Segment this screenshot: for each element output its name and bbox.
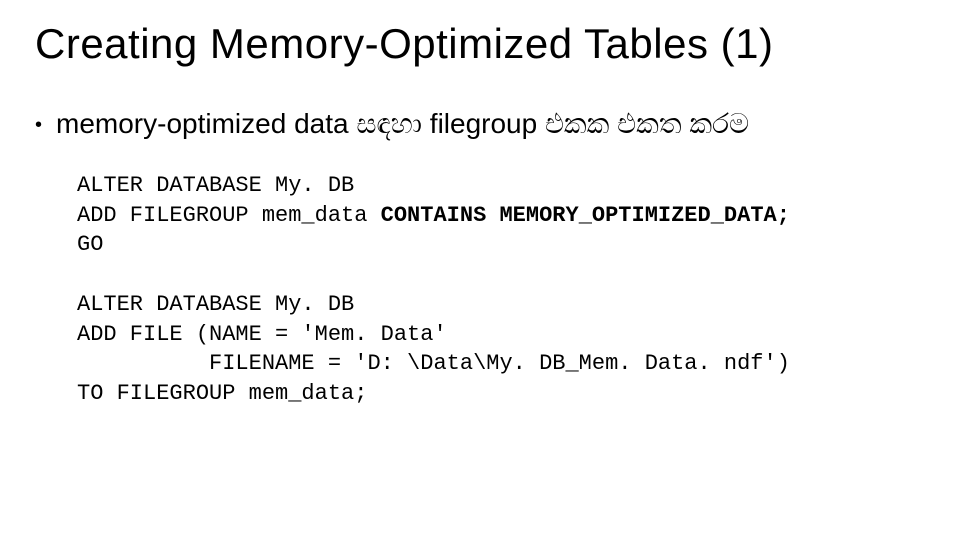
code-line: ALTER DATABASE My. DB — [77, 292, 354, 317]
bullet-dot-icon: • — [35, 114, 42, 137]
code-line: ADD FILE (NAME = 'Mem. Data' — [77, 322, 447, 347]
code-line: TO FILEGROUP mem_data; — [77, 381, 367, 406]
spacer — [35, 260, 925, 290]
bullet-text: memory-optimized data සඳහා filegroup එකක… — [56, 108, 749, 141]
code-block-2: ALTER DATABASE My. DB ADD FILE (NAME = '… — [77, 290, 925, 409]
code-line: ALTER DATABASE My. DB — [77, 173, 354, 198]
code-line-bold: CONTAINS MEMORY_OPTIMIZED_DATA; — [381, 203, 790, 228]
slide: Creating Memory-Optimized Tables (1) • m… — [0, 0, 960, 540]
code-line: ADD FILEGROUP mem_data — [77, 203, 381, 228]
code-line: GO — [77, 232, 103, 257]
page-title: Creating Memory-Optimized Tables (1) — [35, 20, 925, 68]
code-line: FILENAME = 'D: \Data\My. DB_Mem. Data. n… — [77, 351, 790, 376]
bullet-item: • memory-optimized data සඳහා filegroup එ… — [35, 108, 925, 141]
code-block-1: ALTER DATABASE My. DB ADD FILEGROUP mem_… — [77, 171, 925, 260]
